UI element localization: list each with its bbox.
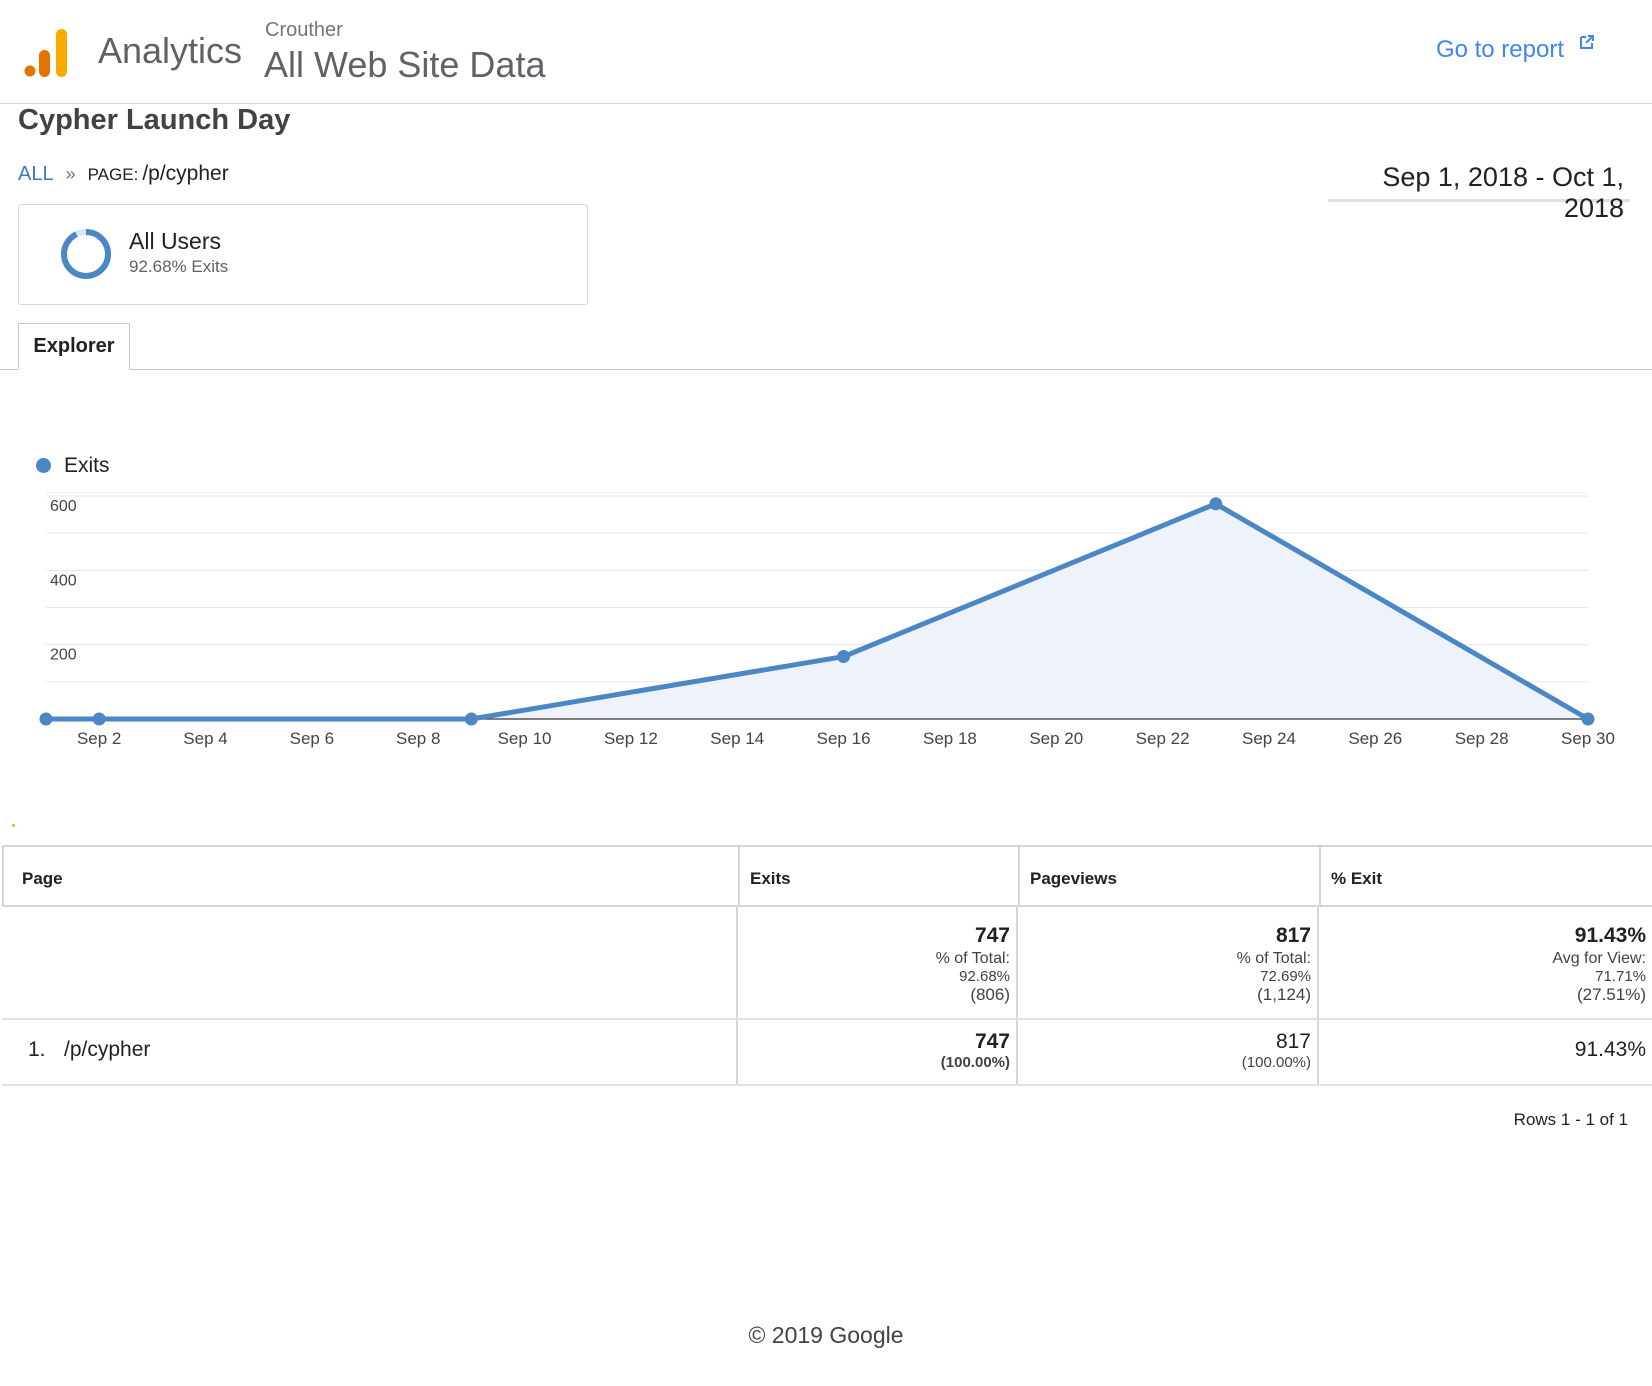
segment-card[interactable]: All Users 92.68% Exits — [18, 204, 588, 305]
data-point — [92, 712, 106, 726]
data-point — [837, 650, 851, 664]
header: Analytics Crouther All Web Site Data Go … — [0, 0, 1652, 104]
row-exits-pct: (100.00%) — [940, 1054, 1010, 1071]
report-title: Cypher Launch Day — [18, 104, 291, 136]
x-tick-label: Sep 10 — [498, 729, 552, 748]
x-tick-label: Sep 26 — [1348, 729, 1402, 748]
breadcrumb-value: /p/cypher — [142, 162, 229, 185]
table-header: Page Exits Pageviews % Exit — [2, 845, 1652, 907]
totals-exits-pct: 92.68% — [959, 968, 1010, 985]
chart-svg: 600 400 200 Sep 2 Sep 4 Sep 6 Sep 8 Sep 10 Sep 1… — [39, 492, 1615, 748]
go-to-report-link[interactable]: Go to report — [1436, 36, 1564, 64]
x-tick-label: Sep 2 — [77, 729, 121, 748]
series-area — [46, 503, 1588, 719]
row-pageviews-pct: (100.00%) — [1241, 1054, 1311, 1071]
property-name: All Web Site Data — [264, 44, 546, 85]
x-tick-label: Sep 12 — [604, 729, 658, 748]
data-point — [464, 712, 478, 726]
totals-pageviews-label: % of Total: — [1236, 950, 1311, 967]
breadcrumb: ALL » PAGE: /p/cypher — [18, 162, 229, 186]
column-header-exits[interactable]: Exits — [738, 847, 1018, 905]
totals-pageviews-abs: (1,124) — [1257, 985, 1311, 1004]
row-page-cell: 1. /p/cypher — [2, 1020, 736, 1084]
segment-metric: 92.68% Exits — [129, 257, 229, 276]
analytics-logo-icon — [24, 29, 67, 77]
breadcrumb-all-link[interactable]: ALL — [18, 163, 54, 186]
segment-donut-icon — [61, 229, 111, 279]
breadcrumb-dimension: PAGE: — [87, 165, 139, 184]
totals-exits-abs: (806) — [970, 985, 1010, 1004]
loading-indicator — [12, 824, 15, 827]
row-pageviews-cell: 817 (100.00%) — [1016, 1020, 1317, 1084]
column-header-pageviews[interactable]: Pageviews — [1018, 847, 1319, 905]
totals-exits-label: % of Total: — [935, 950, 1010, 967]
x-tick-label: Sep 6 — [290, 729, 334, 748]
row-exit-rate-value: 91.43% — [1574, 1038, 1646, 1061]
x-tick-label: Sep 24 — [1242, 729, 1296, 748]
table-row: 1./p/cypher 747 (100.00%) 817 (100.00%) … — [2, 1020, 1652, 1086]
totals-page-cell — [2, 907, 736, 1018]
row-pageviews-value: 817 — [1275, 1030, 1311, 1053]
x-tick-label: Sep 14 — [710, 729, 764, 748]
row-exits-value: 747 — [974, 1030, 1010, 1053]
x-tick-label: Sep 16 — [817, 729, 871, 748]
x-tick-label: Sep 22 — [1136, 729, 1190, 748]
data-table: Page Exits Pageviews % Exit 747 % of Tot… — [2, 845, 1652, 1086]
tab-divider — [0, 369, 1652, 370]
totals-exit-rate-label: Avg for View: — [1552, 950, 1646, 967]
row-exit-rate-cell: 91.43% — [1317, 1020, 1652, 1084]
totals-exits-value: 747 — [974, 924, 1010, 947]
totals-exit-rate-value: 91.43% — [1574, 924, 1646, 947]
x-tick-label: Sep 30 — [1561, 729, 1615, 748]
totals-exit-rate-cell: 91.43% Avg for View: 71.71% (27.51%) — [1317, 907, 1652, 1018]
totals-pageviews-value: 817 — [1275, 924, 1311, 947]
y-tick-label: 400 — [50, 572, 77, 589]
totals-row: 747 % of Total: 92.68% (806) 817 % of To… — [2, 907, 1652, 1020]
brand-name: Analytics — [98, 30, 243, 71]
row-exits-cell: 747 (100.00%) — [736, 1020, 1016, 1084]
data-point — [1209, 497, 1223, 511]
totals-pageviews-cell: 817 % of Total: 72.69% (1,124) — [1016, 907, 1317, 1018]
x-tick-label: Sep 4 — [183, 729, 227, 748]
totals-exit-rate-pct: 71.71% — [1595, 968, 1646, 985]
x-tick-label: Sep 20 — [1029, 729, 1083, 748]
segment-name: All Users — [129, 228, 222, 254]
row-index: 1. — [28, 1038, 46, 1061]
page: Analytics Crouther All Web Site Data Go … — [0, 0, 1652, 1386]
x-tick-label: Sep 18 — [923, 729, 977, 748]
breadcrumb-separator: » — [65, 164, 76, 184]
external-link-icon[interactable] — [1578, 33, 1596, 51]
totals-exits-cell: 747 % of Total: 92.68% (806) — [736, 907, 1016, 1018]
account-name: Crouther — [265, 19, 343, 41]
column-header-exit-rate[interactable]: % Exit — [1319, 847, 1652, 905]
row-page-link[interactable]: /p/cypher — [64, 1038, 150, 1061]
exits-chart: 600 400 200 Sep 2 Sep 4 Sep 6 Sep 8 Sep 10 Sep 1… — [0, 440, 1652, 760]
date-range-picker[interactable]: Sep 1, 2018 - Oct 1, 2018 — [1328, 162, 1630, 223]
data-point — [1581, 712, 1595, 726]
totals-pageviews-pct: 72.69% — [1260, 968, 1311, 985]
x-tick-label: Sep 8 — [396, 729, 440, 748]
y-tick-label: 600 — [50, 498, 77, 515]
rows-info: Rows 1 - 1 of 1 — [1513, 1110, 1628, 1129]
totals-exit-rate-abs: (27.51%) — [1577, 985, 1646, 1004]
data-point — [39, 712, 53, 726]
y-tick-label: 200 — [50, 647, 77, 664]
x-tick-label: Sep 28 — [1455, 729, 1509, 748]
column-header-page[interactable]: Page — [4, 847, 738, 905]
tab-explorer[interactable]: Explorer — [18, 323, 130, 370]
footer-copyright: © 2019 Google — [748, 1322, 904, 1348]
